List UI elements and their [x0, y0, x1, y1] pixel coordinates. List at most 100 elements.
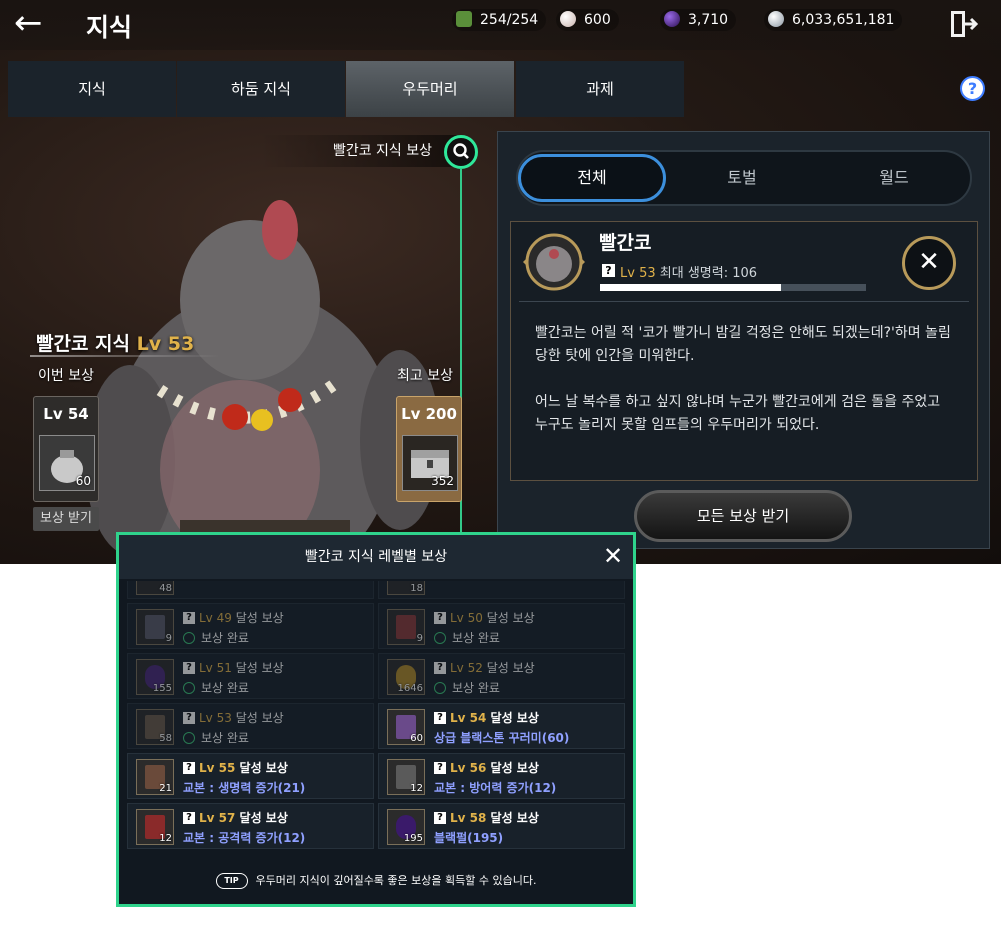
purple-orb-icon: [664, 11, 680, 27]
icon-shape: [145, 615, 165, 639]
filter-subjugation[interactable]: 토벌: [668, 154, 816, 202]
boss-info-card: 빨간코 ? Lv 53 최대 생명력: 106 ✕ 빨간코는 어릴 적 '코가 …: [510, 221, 978, 481]
question-icon: ?: [183, 662, 195, 674]
reward-level: Lv 53: [199, 711, 232, 725]
chest-icon: 352: [402, 435, 458, 491]
reward-status-text: 보상 완료: [201, 731, 249, 745]
pearl-icon: [560, 11, 576, 27]
reward-level: Lv 58: [450, 811, 487, 825]
reward-level: Lv 55: [199, 761, 236, 775]
coin-icon: 1646: [387, 659, 425, 695]
boss-hp: 최대 생명력: 106: [659, 266, 758, 281]
back-arrow-icon[interactable]: ←: [14, 6, 54, 42]
filter-all[interactable]: 전체: [518, 154, 666, 202]
reward-list-item[interactable]: 12? Lv 57 달성 보상 교본 : 공격력 증가(12): [127, 803, 374, 849]
claim-reward-button[interactable]: 보상 받기: [33, 507, 99, 531]
claim-all-rewards-button[interactable]: 모든 보상 받기: [634, 490, 852, 542]
current-reward-card[interactable]: Lv 54 60: [33, 396, 99, 502]
tab-boss[interactable]: 우두머리: [346, 61, 514, 117]
boss-hp-fill: [600, 284, 781, 291]
item-count: 1646: [397, 683, 423, 694]
currency-pearl: 600: [556, 9, 619, 31]
monster-illustration: [85, 200, 440, 564]
reward-suffix: 달성 보상: [490, 761, 539, 775]
boss-portrait: [523, 233, 585, 291]
black-pearl-icon: 195: [387, 809, 425, 845]
item-count: 195: [403, 833, 423, 844]
item-count: 60: [75, 474, 91, 488]
reward-status-text: 보상 완료: [201, 681, 249, 695]
question-icon: ?: [434, 762, 446, 774]
tab-knowledge[interactable]: 지식: [8, 61, 176, 117]
reward-suffix: 달성 보상: [486, 611, 535, 625]
reward-list-item[interactable]: 58? Lv 53 달성 보상 보상 완료: [127, 703, 374, 749]
question-icon: ?: [183, 762, 195, 774]
reward-status: 보상 완료: [183, 629, 249, 646]
reward-suffix: 달성 보상: [235, 661, 284, 675]
filter-world[interactable]: 월드: [820, 154, 968, 202]
best-reward-label: 최고 보상: [397, 368, 453, 384]
boss-hp-bar: [600, 284, 866, 291]
close-icon[interactable]: ✕: [599, 542, 627, 570]
reward-list-item[interactable]: 9? Lv 49 달성 보상 보상 완료: [127, 603, 374, 649]
check-icon: [183, 682, 195, 694]
reward-list[interactable]: 48 18 9? Lv 49 달성 보상 보상 완료 9? Lv 50 달성 보상 보상 완료…: [127, 581, 625, 857]
dialog-header: 빨간코 지식 레벨별 보상 ✕: [119, 535, 633, 579]
silver-coin-icon: [768, 11, 784, 27]
reward-level: Lv 57: [199, 811, 236, 825]
reward-list-item[interactable]: 48: [127, 581, 374, 599]
boss-knowledge-title: 빨간코 지식 Lv 53: [36, 329, 194, 356]
reward-title: Lv 52 달성 보상: [450, 659, 535, 676]
book-icon: 9: [387, 609, 425, 645]
reward-level: Lv 56: [450, 761, 487, 775]
chest-icon: 58: [136, 709, 174, 745]
card-divider: [519, 301, 969, 302]
reward-title: Lv 55 달성 보상: [199, 759, 288, 776]
reward-suffix: 달성 보상: [486, 661, 535, 675]
reward-list-item[interactable]: 195? Lv 58 달성 보상 블랙펄(195): [378, 803, 625, 849]
reward-title: Lv 56 달성 보상: [450, 759, 539, 776]
reward-list-item[interactable]: 21? Lv 55 달성 보상 교본 : 생명력 증가(21): [127, 753, 374, 799]
book-icon: 12: [136, 809, 174, 845]
tip-row: TIP 우두머리 지식이 깊어질수록 좋은 보상을 획득할 수 있습니다.: [119, 863, 633, 899]
currency-value: 254/254: [480, 12, 539, 28]
reward-list-item[interactable]: 18: [378, 581, 625, 599]
reward-list-item[interactable]: 60? Lv 54 달성 보상 상급 블랙스톤 꾸러미(60): [378, 703, 625, 749]
boss-detail-panel: 전체 토벌 월드 빨간코 ? Lv 53 최대 생명력: 106 ✕ 빨간코는 …: [497, 131, 990, 549]
reward-list-item[interactable]: 9? Lv 50 달성 보상 보상 완료: [378, 603, 625, 649]
item-count: 12: [159, 833, 172, 844]
book-icon: 9: [136, 609, 174, 645]
tab-hadum-knowledge[interactable]: 하둠 지식: [177, 61, 345, 117]
item-count: 60: [410, 733, 423, 744]
item-count: 21: [159, 783, 172, 794]
boss-level: Lv 53: [620, 266, 656, 281]
check-icon: [183, 732, 195, 744]
item-count: 9: [416, 633, 423, 644]
question-icon: ?: [183, 812, 195, 824]
close-icon[interactable]: ✕: [902, 236, 956, 290]
dialog-title: 빨간코 지식 레벨별 보상: [304, 549, 448, 565]
question-icon: ?: [434, 712, 446, 724]
reward-list-item[interactable]: 12? Lv 56 달성 보상 교본 : 방어력 증가(12): [378, 753, 625, 799]
currency-value: 600: [584, 12, 611, 28]
search-icon[interactable]: [444, 135, 478, 169]
reward-list-item[interactable]: 155? Lv 51 달성 보상 보상 완료: [127, 653, 374, 699]
reward-title: Lv 58 달성 보상: [450, 809, 539, 826]
reward-suffix: 달성 보상: [490, 711, 539, 725]
title-underline: [30, 355, 220, 357]
reward-list-item[interactable]: 1646? Lv 52 달성 보상 보상 완료: [378, 653, 625, 699]
help-icon[interactable]: ?: [960, 76, 985, 101]
tab-tasks[interactable]: 과제: [516, 61, 684, 117]
reward-level: Lv 50: [450, 611, 483, 625]
check-icon: [183, 632, 195, 644]
reward-item-name: 블랙펄(195): [434, 831, 504, 845]
exit-door-icon[interactable]: [948, 8, 980, 40]
currency-silver: 6,033,651,181: [764, 9, 903, 31]
reward-title: Lv 54 달성 보상: [450, 709, 539, 726]
question-icon: ?: [183, 712, 195, 724]
reward-title: Lv 57 달성 보상: [199, 809, 288, 826]
check-icon: [434, 632, 446, 644]
best-reward-card[interactable]: Lv 200 352: [396, 396, 462, 502]
pouch-icon: 60: [39, 435, 95, 491]
reward-status: 보상 완료: [434, 629, 500, 646]
